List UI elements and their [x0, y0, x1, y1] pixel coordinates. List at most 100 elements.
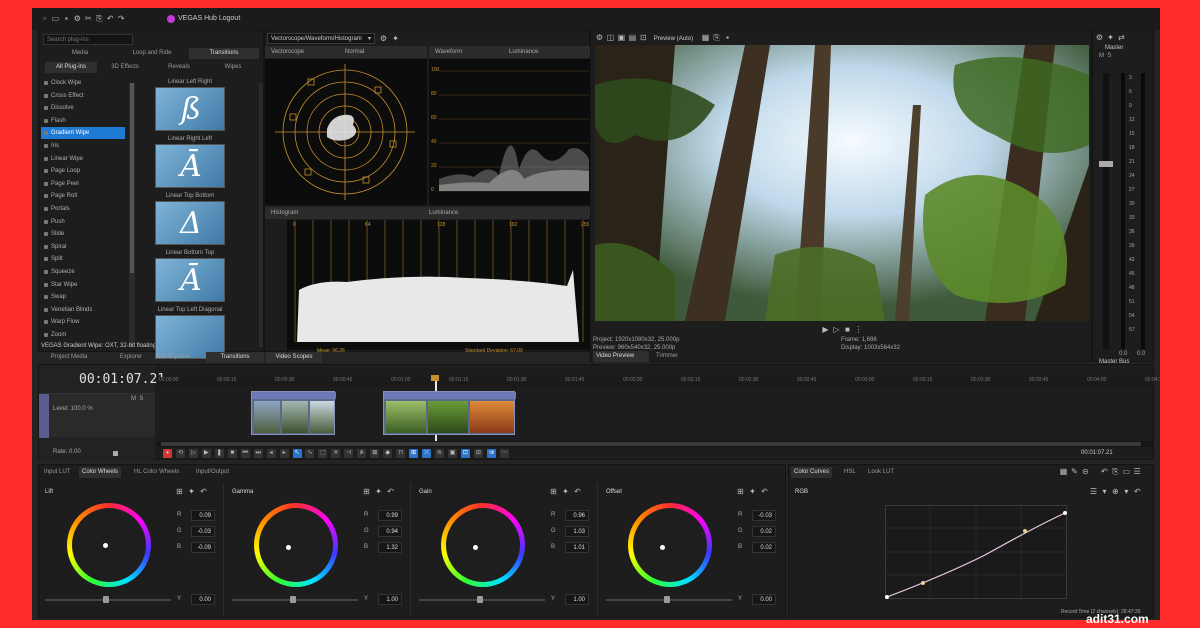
timeline-play-icon[interactable]: ▶ — [201, 449, 211, 458]
fx-sub-tab-3d-effects[interactable]: 3D Effects — [99, 62, 151, 73]
timeline-timecode[interactable]: 00:01:07.21 — [79, 372, 165, 387]
save-icon[interactable]: ▪ — [62, 14, 71, 23]
master-settings-icon[interactable]: ⚙ — [1095, 33, 1104, 42]
app-title[interactable]: VEGAS Hub Logout — [178, 15, 240, 22]
gain-luma-knob[interactable] — [477, 596, 483, 603]
lift-color-wheel[interactable] — [67, 503, 151, 587]
go-to-start-icon[interactable]: ⏮ — [240, 449, 250, 458]
overlay-icon[interactable]: ▣ — [617, 33, 626, 42]
fx-sub-tab-all-plug-ins[interactable]: All Plug-ins — [45, 62, 97, 73]
list-scrollbar-thumb[interactable] — [130, 83, 134, 273]
playhead-marker[interactable] — [431, 375, 439, 381]
gain-r-value[interactable]: 0.96 — [565, 510, 589, 521]
curves-link-icon[interactable]: ⊝ — [1081, 467, 1090, 476]
fx-item-slide[interactable]: Slide — [41, 228, 125, 240]
gamma-color-wheel[interactable] — [254, 503, 338, 587]
cut-icon[interactable]: ✂ — [84, 14, 93, 23]
histogram-mode[interactable]: Luminance — [429, 207, 458, 219]
playback-rate[interactable]: Rate: 0.00 — [53, 449, 81, 455]
fx-sub-tab-wipes[interactable]: Wipes — [207, 62, 259, 73]
dock-tab-transitions[interactable]: Transitions — [206, 352, 264, 363]
gain-g-value[interactable]: 1.03 — [565, 526, 589, 537]
curves-reset-icon[interactable]: ↶ — [1100, 467, 1109, 476]
gamma-y-value[interactable]: 1.00 — [378, 594, 402, 605]
cg-tab-input-output[interactable]: Input/Output — [193, 467, 232, 478]
gain-b-value[interactable]: 1.01 — [565, 542, 589, 553]
redo-icon[interactable]: ↷ — [117, 14, 126, 23]
next-frame-icon[interactable]: ▸ — [279, 449, 289, 458]
dock-tab-project-media[interactable]: Project Media — [40, 352, 98, 363]
presets-scrollbar[interactable] — [259, 83, 263, 347]
grid-icon[interactable]: ▦ — [701, 33, 710, 42]
snapping-icon[interactable]: ⊞ — [409, 449, 419, 458]
gain-eyedropper-icon[interactable]: ✦ — [561, 487, 570, 496]
curve-point-white[interactable] — [1063, 511, 1067, 515]
fx-item-page-peel[interactable]: Page Peel — [41, 178, 125, 190]
gamma-reset-icon[interactable]: ↶ — [386, 487, 395, 496]
play-from-start-icon[interactable]: ▷ — [832, 325, 841, 334]
fx-item-page-roll[interactable]: Page Roll — [41, 190, 125, 202]
curves-eyedropper-icon[interactable]: ✎ — [1070, 467, 1079, 476]
lift-y-value[interactable]: 0.00 — [191, 594, 215, 605]
lift-g-value[interactable]: -0.03 — [191, 526, 215, 537]
envelope-tool-icon[interactable]: ∿ — [305, 449, 315, 458]
fx-top-tab-transitions[interactable]: Transitions — [189, 48, 259, 59]
split-icon[interactable]: ⋔ — [357, 449, 367, 458]
gamma-g-value[interactable]: 0.94 — [378, 526, 402, 537]
gamma-b-value[interactable]: 1.32 — [378, 542, 402, 553]
offset-color-wheel[interactable] — [628, 503, 712, 587]
curves-menu-icon[interactable]: ☰ — [1133, 467, 1142, 476]
fx-top-tab-loop-and-ride[interactable]: Loop and Ride — [117, 48, 187, 59]
lift-b-value[interactable]: -0.09 — [191, 542, 215, 553]
copy-icon[interactable]: ⎘ — [95, 14, 104, 23]
settings-gear-icon[interactable]: ⚙ — [379, 34, 388, 43]
layout-icon[interactable]: ▤ — [628, 33, 637, 42]
marker-icon[interactable]: ◆ — [383, 449, 393, 458]
timeline-scrollbar-thumb[interactable] — [161, 442, 1141, 446]
offset-y-value[interactable]: 0.00 — [752, 594, 776, 605]
gamma-eyedropper-icon[interactable]: ✦ — [374, 487, 383, 496]
offset-b-value[interactable]: 0.02 — [752, 542, 776, 553]
dock-tab-hub-explorer[interactable]: Hub Explorer — [144, 352, 202, 363]
ignore-grouping-icon[interactable]: ⊟ — [473, 449, 483, 458]
curves-paste-icon[interactable]: ▭ — [1122, 467, 1131, 476]
preview-settings-icon[interactable]: ⚙ — [595, 33, 604, 42]
prev-frame-icon[interactable]: ◂ — [266, 449, 276, 458]
gain-color-wheel[interactable] — [441, 503, 525, 587]
curves-channel-label[interactable]: RGB — [795, 489, 808, 495]
timeline-stop-icon[interactable]: ■ — [227, 449, 237, 458]
loop-icon[interactable]: ⋮ — [854, 325, 863, 334]
video-clip-1[interactable] — [251, 391, 336, 435]
video-track-header[interactable]: Level: 100.0 % M S — [39, 393, 155, 438]
preset-thumbnail-linear-bottom-top[interactable]: Ā — [155, 258, 225, 302]
gamma-luma-knob[interactable] — [290, 596, 296, 603]
curve-point-highlights[interactable] — [1023, 529, 1027, 533]
fx-item-zoom[interactable]: Zoom — [41, 329, 125, 341]
track-level[interactable]: Level: 100.0 % — [53, 406, 93, 412]
offset-tools-icon[interactable]: ⊞ — [736, 487, 745, 496]
pause-icon[interactable]: ❚ — [214, 449, 224, 458]
vectorscope-mode[interactable]: Normal — [345, 46, 364, 58]
curve-point-black[interactable] — [885, 595, 889, 599]
fx-item-iris[interactable]: Iris — [41, 140, 125, 152]
gamma-wheel-handle[interactable] — [286, 545, 291, 550]
fx-item-spiral[interactable]: Spiral — [41, 241, 125, 253]
fx-sub-tab-reveals[interactable]: Reveals — [153, 62, 205, 73]
trim-icon[interactable]: ⊣ — [344, 449, 354, 458]
track-mute-solo[interactable]: M S — [131, 396, 143, 402]
offset-eyedropper-icon[interactable]: ✦ — [748, 487, 757, 496]
selection-tool-icon[interactable]: ⬚ — [318, 449, 328, 458]
ripple-edit-icon[interactable]: ≋ — [435, 449, 445, 458]
stop-icon[interactable]: ■ — [843, 325, 852, 334]
fx-item-portals[interactable]: Portals — [41, 203, 125, 215]
dock-tab-video-scopes[interactable]: Video Scopes — [266, 352, 322, 363]
curves-list-icon[interactable]: ☰ — [1089, 487, 1098, 496]
curves-tab-color-curves[interactable]: Color Curves — [791, 467, 833, 478]
cg-tab-color-wheels[interactable]: Color Wheels — [79, 467, 122, 478]
offset-r-value[interactable]: -0.03 — [752, 510, 776, 521]
preview-tab-trimmer[interactable]: Trimmer — [653, 351, 709, 362]
curve-graph[interactable] — [885, 505, 1067, 599]
cg-tab-hl-color-wheels[interactable]: HL Color Wheels — [131, 467, 182, 478]
fx-item-clock-wipe[interactable]: Clock Wipe — [41, 77, 125, 89]
offset-luma-knob[interactable] — [664, 596, 670, 603]
